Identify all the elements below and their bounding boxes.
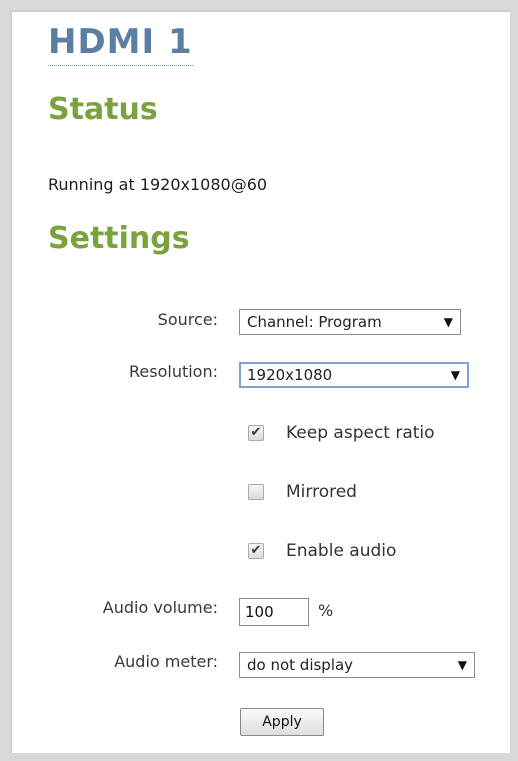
audio-volume-input[interactable]: 100 — [239, 598, 309, 626]
chevron-down-icon: ▼ — [457, 658, 467, 672]
status-heading: Status — [48, 92, 158, 127]
keep-aspect-label: Keep aspect ratio — [286, 423, 435, 443]
resolution-select[interactable]: 1920x1080 ▼ — [239, 362, 469, 388]
checkmark-icon: ✔ — [250, 425, 262, 440]
keep-aspect-checkbox[interactable]: ✔ — [248, 425, 264, 441]
apply-button[interactable]: Apply — [240, 708, 324, 736]
audio-volume-unit: % — [318, 601, 334, 620]
resolution-label: Resolution: — [129, 362, 218, 381]
audio-volume-label: Audio volume: — [102, 598, 218, 617]
resolution-value: 1920x1080 — [247, 366, 333, 384]
hdmi-settings-panel: HDMI 1 Status Running at 1920x1080@60 Se… — [10, 10, 510, 753]
enable-audio-label: Enable audio — [286, 541, 397, 561]
status-text: Running at 1920x1080@60 — [48, 175, 268, 194]
chevron-down-icon: ▼ — [443, 315, 453, 329]
checkmark-icon: ✔ — [250, 543, 262, 558]
enable-audio-checkbox[interactable]: ✔ — [248, 543, 264, 559]
page-title: HDMI 1 — [48, 22, 193, 66]
chevron-down-icon: ▼ — [450, 368, 460, 382]
audio-meter-value: do not display — [247, 656, 354, 674]
source-select[interactable]: Channel: Program ▼ — [239, 309, 461, 335]
mirrored-label: Mirrored — [286, 482, 357, 502]
audio-meter-select[interactable]: do not display ▼ — [239, 652, 475, 678]
mirrored-checkbox[interactable] — [248, 484, 264, 500]
audio-meter-label: Audio meter: — [114, 652, 218, 671]
source-value: Channel: Program — [247, 313, 382, 331]
source-label: Source: — [157, 310, 218, 329]
settings-heading: Settings — [48, 221, 190, 256]
